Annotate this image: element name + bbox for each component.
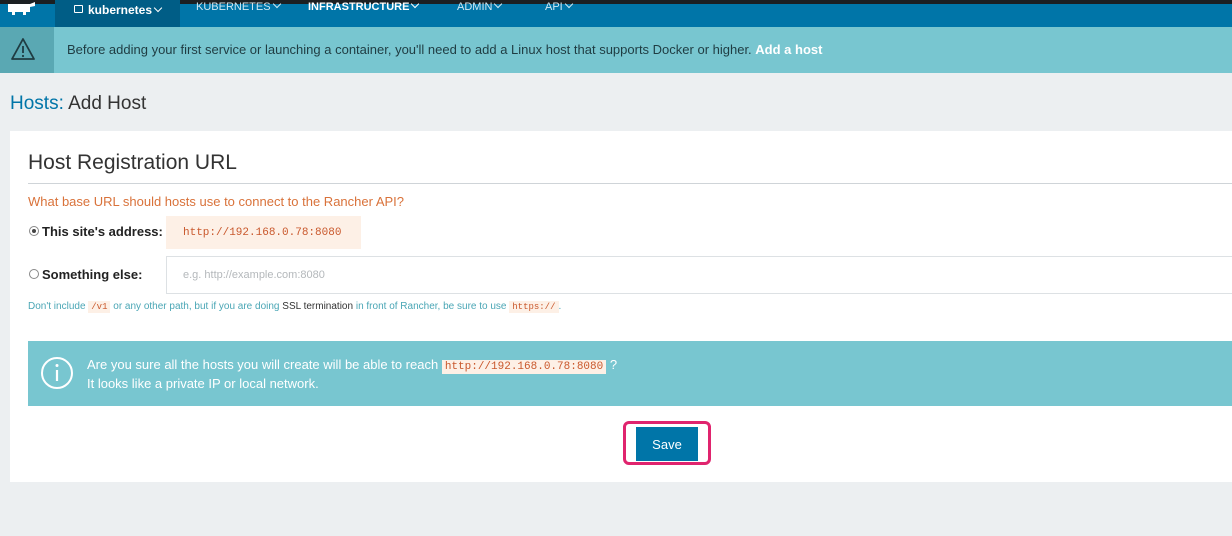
nav-kubernetes[interactable]: KUBERNETES [196, 0, 281, 16]
nav-kubernetes-label: KUBERNETES [196, 1, 271, 13]
host-registration-card: Host Registration URL What base URL shou… [10, 131, 1232, 482]
nav-admin[interactable]: ADMIN [457, 0, 503, 16]
private-ip-info-box: Are you sure all the hosts you will crea… [28, 341, 1232, 406]
this-site-address-value: http://192.168.0.78:8080 [166, 216, 361, 249]
info-text: Are you sure all the hosts you will crea… [87, 357, 439, 372]
warning-box [0, 27, 54, 73]
radio-this-site[interactable] [29, 226, 39, 236]
info-line-1: Are you sure all the hosts you will crea… [87, 357, 618, 374]
custom-url-input[interactable] [166, 256, 1232, 294]
hint-code-v1: /v1 [88, 301, 111, 313]
this-site-label[interactable]: This site's address: [42, 224, 163, 239]
info-url: http://192.168.0.78:8080 [441, 360, 607, 374]
banner-text: Before adding your first service or laun… [67, 42, 752, 57]
something-else-label[interactable]: Something else: [42, 267, 142, 282]
hint-text: Don't include [28, 301, 86, 312]
hint-code-https: https:// [509, 301, 559, 313]
chevron-down-icon [153, 3, 163, 13]
hint-text: or any other path, but if you are doing [113, 301, 280, 312]
environment-selector[interactable]: kubernetes [55, 0, 180, 27]
rancher-logo-icon[interactable] [6, 2, 36, 16]
nav-infrastructure-label: INFRASTRUCTURE [308, 1, 410, 13]
nav-api[interactable]: API [545, 0, 573, 16]
host-required-banner: Before adding your first service or laun… [0, 27, 1232, 73]
info-circle-icon [41, 357, 73, 389]
nav-infrastructure[interactable]: INFRASTRUCTURE [308, 0, 420, 16]
environment-icon [74, 5, 83, 13]
info-text: ? [609, 357, 618, 372]
hint-ssl-termination: SSL termination [282, 301, 354, 312]
hint-text: in front of Rancher, be sure to use [355, 301, 507, 312]
page-title-text: Add Host [68, 93, 147, 114]
info-line-2: It looks like a private IP or local netw… [87, 376, 319, 391]
nav-admin-label: ADMIN [457, 1, 493, 13]
banner-message: Before adding your first service or laun… [67, 42, 822, 57]
warning-triangle-icon [11, 38, 35, 60]
breadcrumb-hosts[interactable]: Hosts: [10, 93, 64, 114]
add-host-link[interactable]: Add a host [755, 42, 822, 57]
section-title: Host Registration URL [28, 151, 237, 174]
environment-name: kubernetes [88, 3, 153, 17]
section-divider [28, 183, 1232, 184]
top-navigation: kubernetes KUBERNETES INFRASTRUCTURE ADM… [0, 0, 1232, 27]
top-strip [0, 0, 1232, 4]
page-title: Hosts: Add Host [10, 93, 146, 115]
nav-api-label: API [545, 1, 563, 13]
chevron-down-icon [564, 0, 573, 9]
url-hint: Don't include /v1 or any other path, but… [28, 301, 562, 313]
radio-something-else[interactable] [29, 269, 39, 279]
chevron-down-icon [494, 0, 503, 9]
save-button[interactable]: Save [636, 427, 698, 461]
save-highlight: Save [623, 421, 711, 465]
hint-text: . [558, 301, 562, 312]
chevron-down-icon [272, 0, 281, 9]
chevron-down-icon [411, 0, 420, 9]
base-url-question: What base URL should hosts use to connec… [28, 194, 405, 209]
